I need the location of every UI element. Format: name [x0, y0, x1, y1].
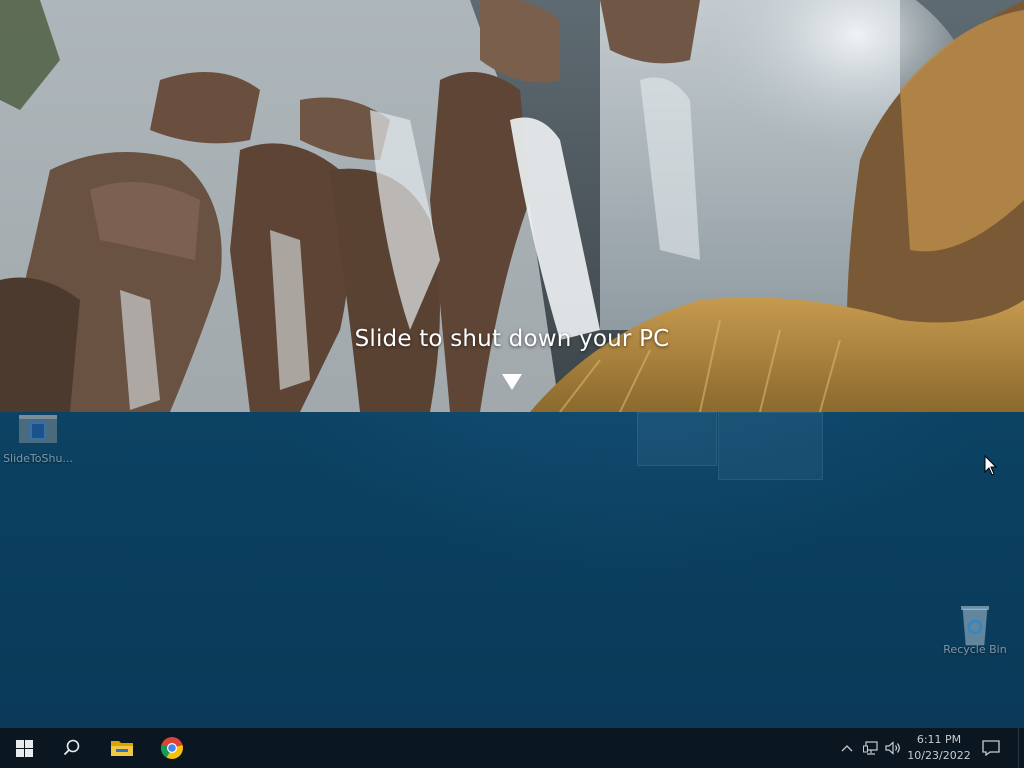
clock-date: 10/23/2022: [907, 749, 971, 762]
show-hidden-icons-button[interactable]: [836, 728, 858, 768]
recycle-bin-icon: [955, 603, 995, 646]
slide-to-shutdown-panel[interactable]: Slide to shut down your PC: [0, 0, 1024, 412]
slide-to-shutdown-prompt: Slide to shut down your PC: [354, 326, 670, 352]
clock-time: 6:11 PM: [916, 733, 962, 746]
screen: SlideToShu... Recycle Bin Slide to shut …: [0, 0, 1024, 768]
desktop-icon-slidetoshutdown[interactable]: SlideToShu...: [0, 412, 76, 465]
volume-icon: [885, 741, 900, 755]
folder-icon: [111, 741, 133, 756]
chevron-up-icon: [841, 745, 853, 752]
shortcut-window-icon: [18, 412, 58, 448]
network-icon: [863, 741, 878, 755]
arrow-down-icon[interactable]: [501, 373, 523, 391]
wallpaper-window-pane: [718, 412, 823, 480]
taskbar: 6:11 PM 10/23/2022: [0, 728, 1024, 768]
windows-logo-icon: [15, 739, 33, 757]
chrome-icon: [160, 737, 183, 759]
desktop-icon-label: Recycle Bin: [943, 643, 1007, 656]
network-button[interactable]: [860, 728, 882, 768]
mouse-cursor-icon: [984, 454, 998, 477]
file-explorer-button[interactable]: [98, 728, 146, 768]
show-desktop-button[interactable]: [1018, 728, 1024, 768]
start-button[interactable]: [0, 728, 48, 768]
taskbar-clock[interactable]: 6:11 PM 10/23/2022: [905, 732, 973, 764]
wallpaper-window-pane: [637, 412, 717, 466]
notification-icon: [982, 740, 1000, 756]
chrome-button[interactable]: [148, 728, 196, 768]
action-center-button[interactable]: [968, 728, 1014, 768]
search-icon: [63, 739, 80, 756]
desktop-icon-label: SlideToShu...: [3, 452, 73, 465]
search-button[interactable]: [48, 728, 96, 768]
desktop-icon-recycle-bin[interactable]: Recycle Bin: [937, 603, 1013, 656]
volume-button[interactable]: [882, 728, 904, 768]
